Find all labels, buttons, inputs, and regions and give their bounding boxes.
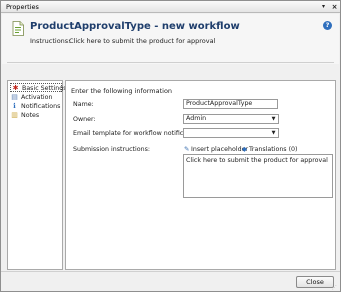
settings-nav: ✱ Basic Settings ▤ Activation ℹ Notifica… <box>7 80 67 270</box>
close-button[interactable]: Close <box>296 276 334 288</box>
submission-instructions-label: Submission instructions: <box>73 146 151 153</box>
title-bar[interactable]: Properties ▾ × <box>1 1 340 13</box>
owner-select[interactable]: Admin ▼ <box>183 114 279 124</box>
owner-label: Owner: <box>73 116 96 123</box>
pin-icon[interactable]: ▾ <box>319 3 328 11</box>
help-icon[interactable]: ? <box>323 21 332 30</box>
owner-value: Admin <box>186 115 207 122</box>
window-title: Properties <box>6 3 39 11</box>
nav-item-label: Activation <box>21 94 53 101</box>
workflow-document-icon <box>12 21 24 36</box>
resize-grip-icon[interactable]: ⋰ <box>332 285 339 291</box>
notes-icon: ▥ <box>11 111 18 119</box>
name-label: Name: <box>73 101 94 108</box>
insert-placeholder-label: Insert placeholder <box>191 146 249 153</box>
email-template-select[interactable]: ▼ <box>183 128 279 138</box>
properties-window: Properties ▾ × ProductApprovalType - new… <box>0 0 341 292</box>
submission-instructions-textarea[interactable]: Click here to submit the product for app… <box>183 154 333 198</box>
insert-placeholder-button[interactable]: ✎ Insert placeholder <box>184 145 248 153</box>
insert-placeholder-icon: ✎ <box>184 145 190 153</box>
red-star-icon: ✱ <box>12 84 19 92</box>
nav-item-label: Notes <box>21 112 40 119</box>
form-intro: Enter the following information <box>71 87 173 95</box>
nav-item-label: Basic Settings <box>22 85 67 92</box>
nav-item-basic-settings[interactable]: ✱ Basic Settings <box>10 83 67 92</box>
translations-button[interactable]: ◆ Translations (0) <box>242 145 298 153</box>
instructions-label: Instructions: <box>30 37 71 45</box>
name-field[interactable]: ProductApprovalType <box>183 99 278 109</box>
chevron-down-icon: ▼ <box>271 130 276 136</box>
nav-item-notes[interactable]: ▥ Notes <box>10 111 62 120</box>
translations-icon: ◆ <box>242 145 247 153</box>
nav-item-activation[interactable]: ▤ Activation <box>10 93 62 102</box>
header-panel: ProductApprovalType - new workflow Instr… <box>2 14 339 64</box>
activation-icon: ▤ <box>11 93 18 101</box>
basic-settings-panel: Enter the following information Name: Pr… <box>65 80 336 270</box>
header-divider <box>7 62 334 63</box>
footer-divider <box>1 271 340 272</box>
nav-item-notifications[interactable]: ℹ Notifications <box>10 102 62 111</box>
translations-label: Translations (0) <box>249 146 298 153</box>
chevron-down-icon: ▼ <box>271 116 276 122</box>
info-icon: ℹ <box>13 102 16 110</box>
close-window-icon[interactable]: × <box>330 3 339 11</box>
nav-item-label: Notifications <box>21 103 61 110</box>
page-title: ProductApprovalType - new workflow <box>30 21 240 32</box>
instructions-link[interactable]: Click here to submit the product for app… <box>69 37 215 45</box>
